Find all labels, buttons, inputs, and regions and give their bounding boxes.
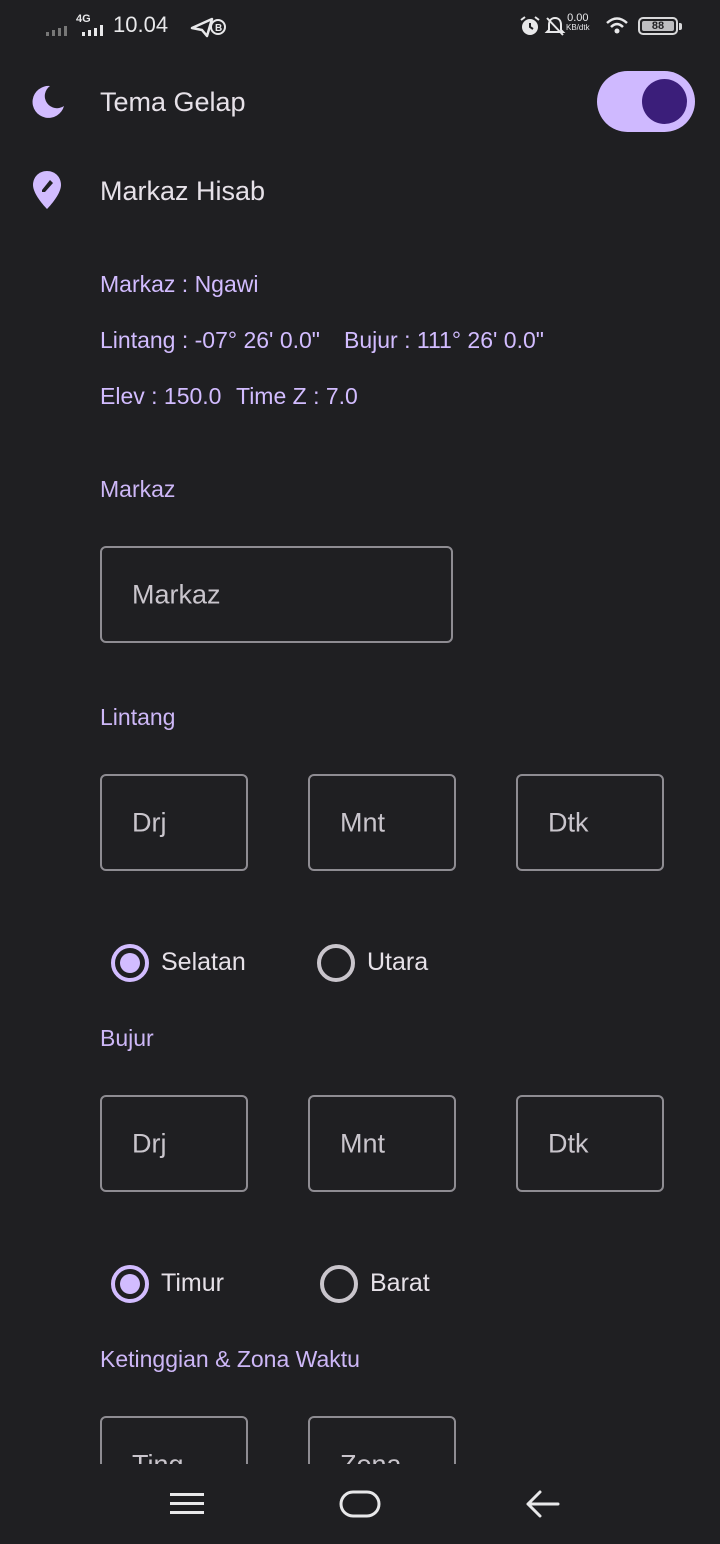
signal-strong-icon (82, 25, 103, 36)
radio-selatan-label[interactable]: Selatan (161, 948, 246, 977)
menu-icon[interactable] (168, 1491, 206, 1517)
notifications-off-icon (544, 16, 566, 36)
lintang-degree-input[interactable]: Drj (100, 774, 248, 871)
radio-barat-label[interactable]: Barat (370, 1269, 430, 1298)
svg-text:B: B (215, 23, 222, 34)
status-bar: 4G 10.04 B 0.00 KB/dtk 88 (0, 0, 720, 54)
alarm-icon (520, 16, 540, 35)
radio-barat[interactable] (320, 1265, 358, 1303)
dark-theme-toggle[interactable] (597, 71, 695, 132)
lintang-second-input[interactable]: Dtk (516, 774, 664, 871)
battery-level: 88 (642, 21, 674, 32)
battery-icon: 88 (638, 17, 682, 35)
lintang-minute-input[interactable]: Mnt (308, 774, 456, 871)
signal-weak-icon (46, 26, 67, 36)
radio-timur-label[interactable]: Timur (161, 1269, 224, 1298)
radio-selatan[interactable] (111, 944, 149, 982)
markaz-input[interactable]: Markaz (100, 546, 453, 643)
moon-icon (32, 85, 64, 118)
lintang-section-title: Lintang (100, 704, 176, 730)
info-lintang: Lintang : -07° 26' 0.0" (100, 327, 320, 353)
bujur-section-title: Bujur (100, 1025, 154, 1051)
info-bujur: Bujur : 111° 26' 0.0" (344, 327, 544, 353)
home-icon[interactable] (338, 1488, 382, 1520)
markaz-hisab-label: Markaz Hisab (100, 176, 266, 206)
dark-theme-label: Tema Gelap (100, 87, 246, 117)
elevation-section-title: Ketinggian & Zona Waktu (100, 1346, 360, 1372)
navigation-bar (0, 1464, 720, 1544)
info-markaz: Markaz : Ngawi (100, 271, 259, 297)
markaz-hisab-row[interactable]: Markaz Hisab (0, 156, 720, 228)
markaz-section-title: Markaz (100, 476, 176, 502)
radio-utara-label[interactable]: Utara (367, 948, 428, 977)
telegram-icon: B (190, 17, 226, 38)
bujur-second-input[interactable]: Dtk (516, 1095, 664, 1192)
edit-location-icon (33, 171, 61, 209)
radio-utara[interactable] (317, 944, 355, 982)
info-timez: Time Z : 7.0 (236, 383, 358, 409)
bujur-minute-input[interactable]: Mnt (308, 1095, 456, 1192)
wifi-icon (606, 17, 628, 34)
radio-timur[interactable] (111, 1265, 149, 1303)
status-time: 10.04 (113, 12, 169, 37)
info-elev: Elev : 150.0 (100, 383, 222, 409)
network-speed: 0.00 KB/dtk (566, 12, 590, 33)
bujur-degree-input[interactable]: Drj (100, 1095, 248, 1192)
back-icon[interactable] (522, 1488, 562, 1520)
